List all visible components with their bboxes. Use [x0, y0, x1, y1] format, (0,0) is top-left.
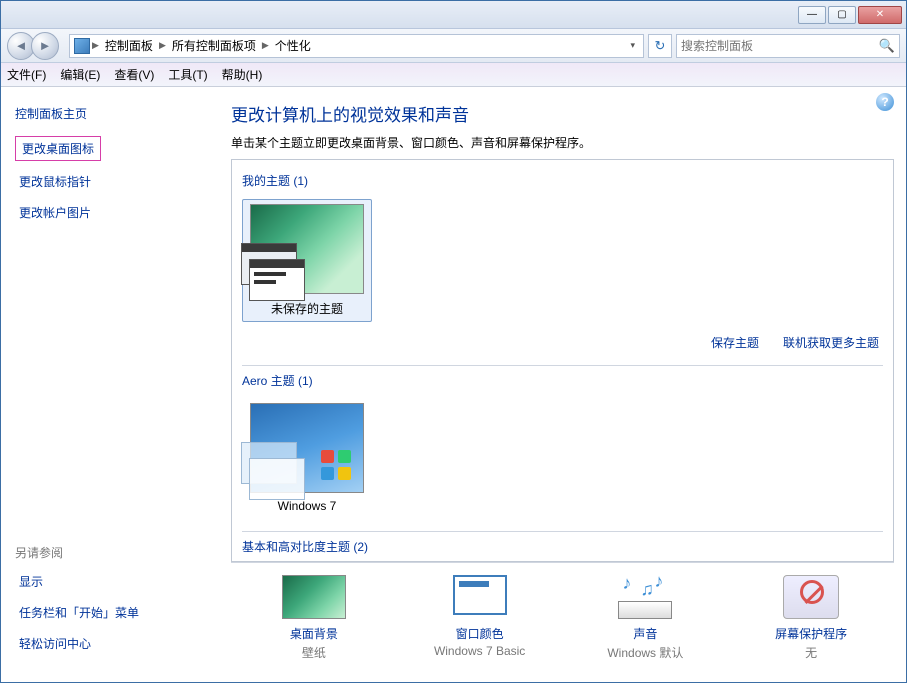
sidebar-title[interactable]: 控制面板主页: [15, 105, 197, 122]
menu-view[interactable]: 查看(V): [114, 66, 154, 83]
control-panel-window: — ▢ ✕ ◄ ► ▶ 控制面板 ▶ 所有控制面板项 ▶ 个性化 ▾ ↻ 🔍 文…: [0, 0, 907, 683]
desktop-background-icon: [282, 575, 346, 619]
see-also-title: 另请参阅: [15, 544, 197, 561]
section-divider: [242, 531, 883, 532]
footer-desktop-background[interactable]: 桌面背景 壁纸: [239, 575, 389, 661]
get-more-themes-link[interactable]: 联机获取更多主题: [783, 334, 879, 351]
footer-sounds[interactable]: ♪ ♫ ♪ 声音 Windows 默认: [570, 575, 720, 661]
windows-logo-icon: [321, 450, 351, 480]
theme-label: Windows 7: [278, 499, 337, 513]
refresh-button[interactable]: ↻: [648, 34, 672, 58]
main-panel: ? 更改计算机上的视觉效果和声音 单击某个主题立即更改桌面背景、窗口颜色、声音和…: [211, 87, 906, 682]
chevron-right-icon[interactable]: ▶: [159, 40, 166, 51]
personalization-footer: 桌面背景 壁纸 窗口颜色 Windows 7 Basic ♪ ♫ ♪: [231, 562, 894, 682]
see-also-ease-of-access[interactable]: 轻松访问中心: [15, 633, 197, 654]
minimize-button[interactable]: —: [798, 6, 826, 24]
forward-button[interactable]: ►: [31, 32, 59, 60]
sidebar-link-desktop-icons[interactable]: 更改桌面图标: [15, 136, 101, 161]
close-button[interactable]: ✕: [858, 6, 902, 24]
content-body: 控制面板主页 更改桌面图标 更改鼠标指针 更改帐户图片 另请参阅 显示 任务栏和…: [1, 87, 906, 682]
sidebar-see-also: 另请参阅 显示 任务栏和「开始」菜单 轻松访问中心: [15, 544, 197, 664]
footer-sub: 无: [805, 644, 817, 661]
theme-preview: [250, 204, 364, 294]
my-themes-row: 未保存的主题: [242, 199, 883, 322]
breadcrumb-item-control-panel[interactable]: 控制面板: [101, 37, 157, 54]
chevron-right-icon[interactable]: ▶: [262, 40, 269, 51]
footer-label: 窗口颜色: [456, 625, 504, 642]
theme-item-windows7[interactable]: Windows 7: [242, 399, 372, 517]
help-icon[interactable]: ?: [876, 93, 894, 111]
search-icon[interactable]: 🔍: [879, 38, 895, 54]
themes-scroll-area[interactable]: 我的主题 (1) 未保存的主题 保存主题 联机获取更多主题 Aero: [231, 159, 894, 562]
footer-window-color[interactable]: 窗口颜色 Windows 7 Basic: [405, 575, 555, 658]
nav-history-buttons: ◄ ►: [7, 32, 59, 60]
page-subtitle: 单击某个主题立即更改桌面背景、窗口颜色、声音和屏幕保护程序。: [231, 134, 894, 151]
screensaver-icon: [779, 575, 843, 619]
section-divider: [242, 365, 883, 366]
mini-window-icon: [249, 458, 305, 500]
refresh-icon: ↻: [655, 38, 666, 54]
breadcrumb-dropdown-icon[interactable]: ▾: [626, 40, 639, 51]
search-input[interactable]: [681, 39, 879, 53]
menu-help[interactable]: 帮助(H): [222, 66, 263, 83]
footer-label: 桌面背景: [290, 625, 338, 642]
aero-themes-row: Windows 7: [242, 399, 883, 517]
theme-item-unsaved[interactable]: 未保存的主题: [242, 199, 372, 322]
navigation-bar: ◄ ► ▶ 控制面板 ▶ 所有控制面板项 ▶ 个性化 ▾ ↻ 🔍: [1, 29, 906, 63]
window-color-icon: [448, 575, 512, 619]
footer-screensaver[interactable]: 屏幕保护程序 无: [736, 575, 886, 661]
sidebar-link-mouse-pointers[interactable]: 更改鼠标指针: [15, 171, 197, 192]
footer-label: 屏幕保护程序: [775, 625, 847, 642]
maximize-button[interactable]: ▢: [828, 6, 856, 24]
breadcrumb-item-personalization[interactable]: 个性化: [271, 37, 315, 54]
theme-action-links: 保存主题 联机获取更多主题: [242, 334, 879, 351]
sounds-icon: ♪ ♫ ♪: [613, 575, 677, 619]
page-title: 更改计算机上的视觉效果和声音: [231, 101, 894, 126]
theme-label: 未保存的主题: [271, 300, 343, 317]
menu-file[interactable]: 文件(F): [7, 66, 46, 83]
menu-bar: 文件(F) 编辑(E) 查看(V) 工具(T) 帮助(H): [1, 63, 906, 87]
footer-sub: Windows 默认: [607, 644, 683, 661]
footer-label: 声音: [633, 625, 657, 642]
location-icon: [74, 38, 90, 54]
address-breadcrumb[interactable]: ▶ 控制面板 ▶ 所有控制面板项 ▶ 个性化 ▾: [69, 34, 644, 58]
sidebar-link-account-picture[interactable]: 更改帐户图片: [15, 202, 197, 223]
breadcrumb-item-all-items[interactable]: 所有控制面板项: [168, 37, 260, 54]
section-my-themes-title: 我的主题 (1): [242, 172, 883, 189]
theme-preview: [250, 403, 364, 493]
mini-window-icon: [249, 259, 305, 301]
menu-edit[interactable]: 编辑(E): [60, 66, 100, 83]
section-basic-themes-title: 基本和高对比度主题 (2): [242, 538, 883, 555]
footer-sub: Windows 7 Basic: [434, 644, 525, 658]
see-also-taskbar[interactable]: 任务栏和「开始」菜单: [15, 602, 197, 623]
search-box[interactable]: 🔍: [676, 34, 900, 58]
see-also-display[interactable]: 显示: [15, 571, 197, 592]
sidebar: 控制面板主页 更改桌面图标 更改鼠标指针 更改帐户图片 另请参阅 显示 任务栏和…: [1, 87, 211, 682]
save-theme-link[interactable]: 保存主题: [711, 334, 759, 351]
menu-tools[interactable]: 工具(T): [168, 66, 207, 83]
window-titlebar: — ▢ ✕: [1, 1, 906, 29]
footer-sub: 壁纸: [302, 644, 326, 661]
chevron-right-icon[interactable]: ▶: [92, 40, 99, 51]
section-aero-themes-title: Aero 主题 (1): [242, 372, 883, 389]
